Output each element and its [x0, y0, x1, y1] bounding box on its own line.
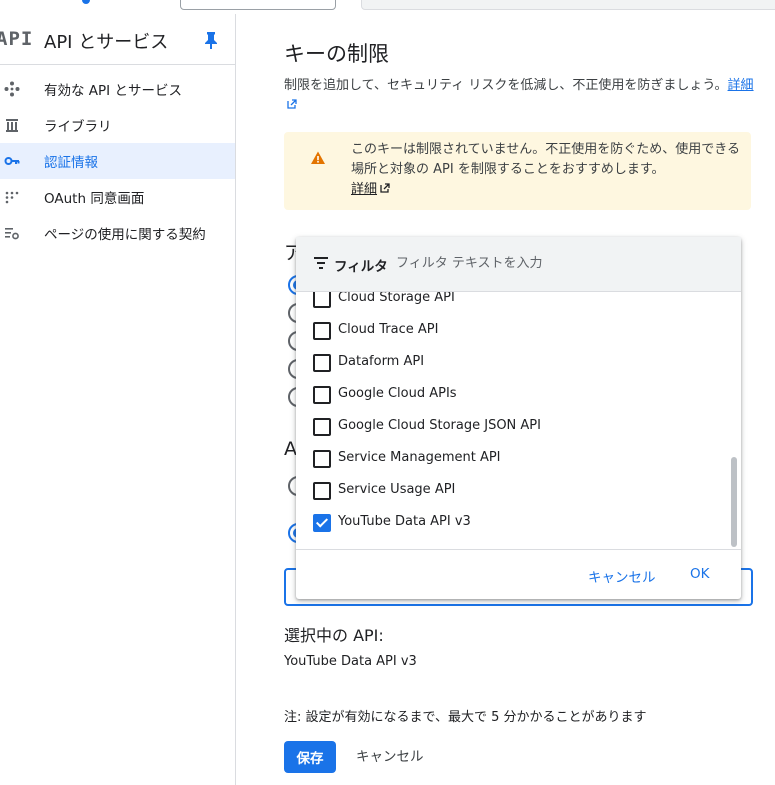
warning-banner: このキーは制限されていません。不正使用を防ぐため、使用できる場所と対象の API…: [284, 132, 751, 210]
api-option[interactable]: Service Usage API: [296, 475, 726, 507]
pin-icon[interactable]: [203, 31, 219, 49]
option-checkbox[interactable]: [313, 322, 331, 340]
warning-text-block: このキーは制限されていません。不正使用を防ぐため、使用できる場所と対象の API…: [351, 140, 741, 200]
sidebar-item-label: ライブラリ: [44, 119, 112, 135]
details-link[interactable]: 詳細: [728, 78, 754, 93]
external-link-icon: [380, 183, 390, 193]
api-option[interactable]: Cloud Storage API: [296, 292, 726, 315]
sidebar-item-oauth-consent[interactable]: OAuth 同意画面: [0, 179, 235, 215]
option-checkbox[interactable]: [313, 292, 331, 308]
sidebar-item-label: OAuth 同意画面: [44, 191, 145, 207]
sidebar-item-library[interactable]: ライブラリ: [0, 107, 235, 143]
option-checkbox[interactable]: [313, 482, 331, 500]
sidebar-item-label: ページの使用に関する契約: [44, 227, 206, 243]
filter-bar: フィルタ: [296, 237, 741, 292]
api-option[interactable]: Cloud Trace API: [296, 315, 726, 347]
api-option[interactable]: Dataform API: [296, 347, 726, 379]
key-icon: [4, 157, 20, 165]
option-checkbox[interactable]: [313, 418, 331, 436]
sidebar-header: API API とサービス: [0, 14, 235, 65]
save-button[interactable]: 保存: [284, 741, 336, 773]
scrollbar-thumb[interactable]: [731, 457, 737, 547]
option-label: Cloud Trace API: [338, 322, 439, 337]
page-description: 制限を追加して、セキュリティ リスクを低減し、不正使用を防ぎましょう。詳細: [284, 76, 764, 116]
option-list-scrollbar[interactable]: [729, 292, 739, 548]
option-checkbox[interactable]: [313, 354, 331, 372]
sidebar-title: API とサービス: [44, 32, 169, 53]
option-label: Service Usage API: [338, 482, 456, 497]
option-checkbox[interactable]: [313, 386, 331, 404]
sidebar-item-credentials[interactable]: 認証情報: [0, 143, 235, 179]
dropdown-cancel-button[interactable]: キャンセル: [588, 566, 656, 586]
warning-details-link[interactable]: 詳細: [351, 182, 377, 197]
sidebar-item-label: 有効な API とサービス: [44, 83, 182, 99]
api-option[interactable]: Service Management API: [296, 443, 726, 475]
option-label: Service Management API: [338, 450, 501, 465]
filter-label: フィルタ: [334, 259, 388, 275]
settings-list-icon: [5, 228, 19, 240]
sidebar: API API とサービス 有効な API とサービス ライブラリ 認証情報 O…: [0, 14, 236, 785]
cancel-button[interactable]: キャンセル: [356, 741, 424, 773]
dropdown-ok-button[interactable]: OK: [690, 566, 709, 582]
top-indicator-dot: [82, 0, 90, 4]
option-label: Google Cloud APIs: [338, 386, 457, 401]
sidebar-item-label: 認証情報: [44, 155, 98, 171]
api-logo: API: [0, 28, 34, 50]
warning-icon: [311, 151, 325, 164]
api-select-dropdown: フィルタ Cloud Storage API Cloud Trace API D…: [296, 237, 741, 599]
filter-input[interactable]: [396, 251, 716, 275]
api-option-list: Cloud Storage API Cloud Trace API Datafo…: [296, 292, 741, 548]
option-checkbox[interactable]: [313, 450, 331, 468]
dropdown-footer: キャンセル OK: [296, 549, 741, 600]
library-icon: [6, 119, 18, 132]
page-title: キーの制限: [284, 42, 389, 66]
filter-icon: [314, 257, 328, 269]
api-option[interactable]: Google Cloud APIs: [296, 379, 726, 411]
sidebar-item-enabled-apis[interactable]: 有効な API とサービス: [0, 71, 235, 107]
option-checkbox-checked[interactable]: [313, 514, 331, 532]
selected-apis-value: YouTube Data API v3: [284, 654, 417, 669]
warning-text: このキーは制限されていません。不正使用を防ぐため、使用できる場所と対象の API…: [351, 142, 740, 177]
api-option[interactable]: YouTube Data API v3: [296, 507, 726, 539]
option-label: Cloud Storage API: [338, 292, 455, 305]
option-label: Google Cloud Storage JSON API: [338, 418, 541, 433]
api-diamond-icon: [4, 81, 20, 97]
option-label: YouTube Data API v3: [338, 514, 471, 529]
api-option[interactable]: Google Cloud Storage JSON API: [296, 411, 726, 443]
selected-apis-title: 選択中の API:: [284, 626, 384, 645]
description-text: 制限を追加して、セキュリティ リスクを低減し、不正使用を防ぎましょう。: [284, 78, 728, 93]
oauth-consent-icon: [5, 191, 19, 204]
option-label: Dataform API: [338, 354, 425, 369]
external-link-icon: [287, 99, 297, 109]
propagation-note: 注: 設定が有効になるまで、最大で 5 分かかることがあります: [284, 710, 647, 725]
sidebar-item-page-usage-agreements[interactable]: ページの使用に関する契約: [0, 215, 235, 251]
